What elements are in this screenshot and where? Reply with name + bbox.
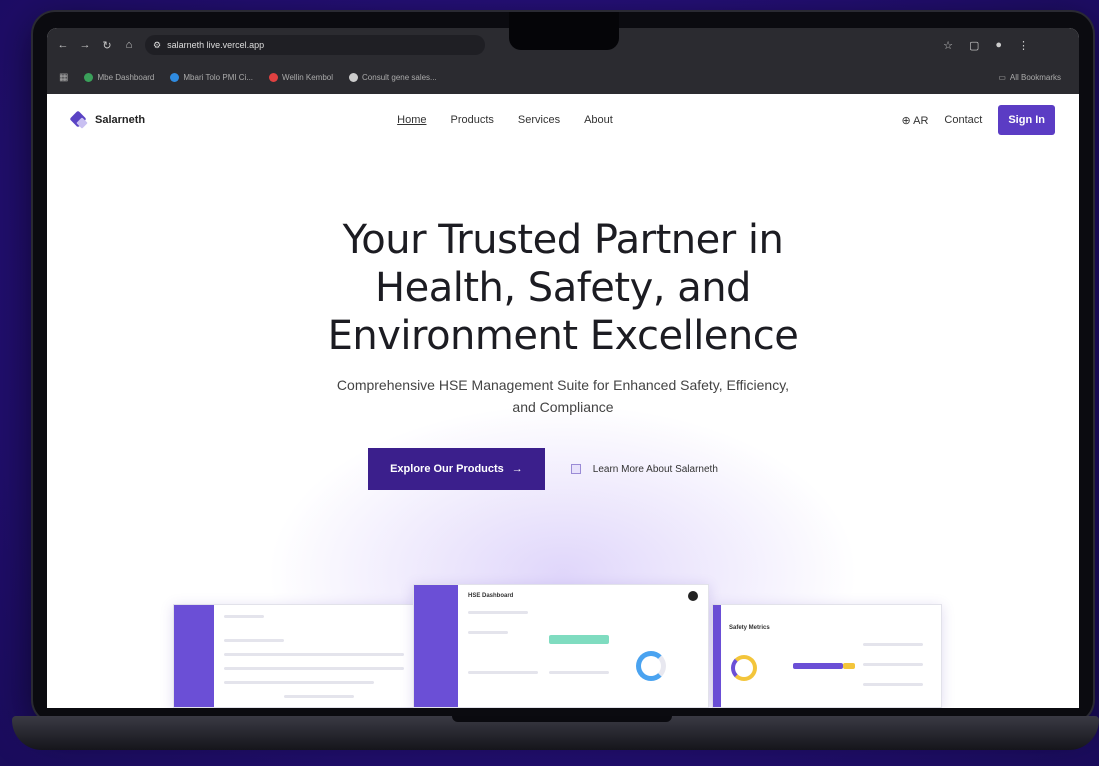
profile-icon[interactable]: ● <box>995 39 1002 52</box>
signin-button[interactable]: Sign In <box>998 105 1055 135</box>
hero-subtitle: Comprehensive HSE Management Suite for E… <box>336 377 790 415</box>
bookmarks-bar: ▦ Mbe Dashboard Mbari Tolo PMI Ci... Wel… <box>47 62 1079 92</box>
logo-icon <box>71 111 89 129</box>
browser-actions: ☆ ▢ ● ⋮ <box>943 39 1069 52</box>
all-bookmarks[interactable]: ▭ All Bookmarks <box>998 73 1067 82</box>
nav-about[interactable]: About <box>584 114 613 126</box>
preview-sidebar <box>713 605 721 707</box>
hero-cta-row: Explore Our Products → Learn More About … <box>47 448 1079 490</box>
nav-services[interactable]: Services <box>518 114 560 126</box>
extensions-icon[interactable]: ▢ <box>969 39 979 52</box>
donut-chart <box>636 651 666 681</box>
header-actions: ⊕ AR Contact Sign In <box>901 105 1055 135</box>
nav-products[interactable]: Products <box>450 114 493 126</box>
donut-chart <box>731 655 757 681</box>
address-bar[interactable]: ⚙ salarneth live.vercel.app <box>145 35 485 55</box>
reload-icon[interactable]: ↻ <box>101 39 113 52</box>
preview-title: HSE Dashboard <box>468 593 514 599</box>
laptop-base <box>12 716 1099 750</box>
forward-icon[interactable]: → <box>79 39 91 51</box>
base-groove <box>452 716 672 722</box>
camera-notch <box>509 12 619 50</box>
bookmark-item[interactable]: Mbari Tolo PMI Ci... <box>170 72 253 82</box>
bookmark-item[interactable]: Mbe Dashboard <box>84 72 154 82</box>
site-info-icon[interactable]: ⚙ <box>153 40 161 51</box>
hero-title: Your Trusted Partner in Health, Safety, … <box>47 216 1079 360</box>
bookmark-item[interactable]: Wellin Kembol <box>269 72 333 82</box>
globe-icon: ⊕ <box>901 114 911 127</box>
brand-logo[interactable]: Salarneth <box>71 111 145 129</box>
address-text: salarneth live.vercel.app <box>167 40 265 50</box>
back-icon[interactable]: ← <box>57 39 69 51</box>
arrow-right-icon: → <box>511 463 523 475</box>
hero-title-line: Your Trusted Partner in <box>342 217 784 263</box>
apps-icon[interactable]: ▦ <box>59 72 68 83</box>
learn-more-link[interactable]: Learn More About Salarneth <box>570 464 718 475</box>
hero-title-line: Health, Safety, and <box>375 265 751 311</box>
preview-title: Safety Metrics <box>729 625 770 631</box>
preview-sidebar <box>414 585 458 707</box>
contact-link[interactable]: Contact <box>944 114 982 126</box>
folder-icon: ▭ <box>998 72 1006 82</box>
web-page: Salarneth Home Products Services About ⊕… <box>47 94 1079 708</box>
preview-sidebar <box>174 605 214 707</box>
bookmark-star-icon[interactable]: ☆ <box>943 39 953 52</box>
home-icon[interactable]: ⌂ <box>123 39 135 51</box>
learn-more-icon <box>570 464 581 474</box>
laptop-screen: ← → ↻ ⌂ ⚙ salarneth live.vercel.app ☆ ▢ … <box>47 28 1079 708</box>
hero-title-line: Environment Excellence <box>327 313 799 359</box>
bookmark-item[interactable]: Consult gene sales... <box>349 72 437 82</box>
laptop-frame: ← → ↻ ⌂ ⚙ salarneth live.vercel.app ☆ ▢ … <box>33 12 1093 722</box>
nav-home[interactable]: Home <box>397 114 426 126</box>
language-switch[interactable]: ⊕ AR <box>901 114 928 127</box>
site-header: Salarneth Home Products Services About ⊕… <box>47 94 1079 146</box>
dashboard-preview-left <box>173 604 418 708</box>
explore-products-button[interactable]: Explore Our Products → <box>368 448 545 490</box>
dashboard-preview-right: Safety Metrics <box>712 604 942 708</box>
dashboard-preview-center: HSE Dashboard <box>413 584 709 708</box>
preview-user-icon <box>688 591 698 601</box>
menu-icon[interactable]: ⋮ <box>1018 39 1029 52</box>
main-nav: Home Products Services About <box>397 114 613 126</box>
